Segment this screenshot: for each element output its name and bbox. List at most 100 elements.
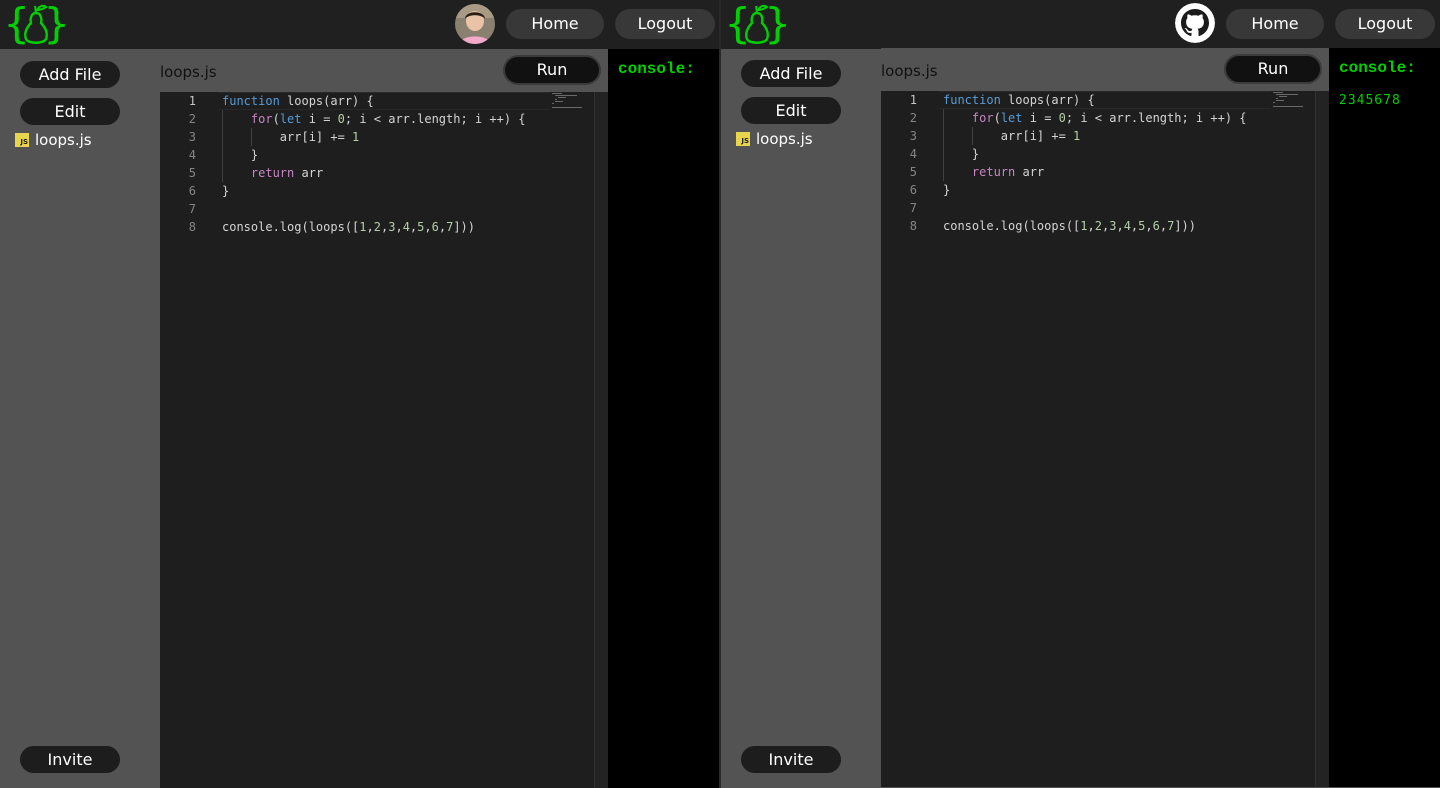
right-window: { } Home Logout Add File Edit JS loops.j… — [721, 0, 1440, 788]
line-number: 1 — [188, 94, 196, 108]
code-token: for — [971, 111, 994, 125]
pear-braces-logo[interactable]: { } — [725, 1, 789, 47]
edit-button[interactable]: Edit — [741, 97, 841, 124]
editor-header: loops.js Run — [881, 48, 1329, 91]
minimap[interactable] — [1269, 91, 1315, 109]
code-token: ])) — [453, 220, 476, 234]
code-token: 6 — [1152, 219, 1160, 233]
top-navbar: { } Home Logout — [721, 0, 1440, 49]
code-token: arr[i] += — [222, 130, 353, 144]
github-icon[interactable] — [1175, 3, 1215, 43]
code-line: console.log(loops([1,2,3,4,5,6,7])) — [222, 218, 475, 236]
console-title: console: — [1339, 59, 1416, 77]
javascript-file-icon: JS — [15, 133, 29, 147]
invite-button[interactable]: Invite — [741, 746, 841, 773]
code-token: 4 — [1123, 219, 1131, 233]
editor-header: loops.js Run — [160, 49, 608, 92]
editor-scrollbar[interactable] — [594, 92, 608, 788]
code-line: for(let i = 0; i < arr.length; i ++) { — [943, 109, 1247, 127]
left-window: { } Home Logout Add File Edit JS loops.j… — [0, 0, 719, 788]
line-number: 1 — [909, 93, 917, 107]
line-number: 2 — [188, 112, 196, 126]
line-number: 3 — [909, 129, 917, 143]
code-line: } — [222, 182, 229, 200]
code-token: , — [1087, 219, 1095, 233]
svg-text:}: } — [765, 1, 789, 47]
logout-button[interactable]: Logout — [615, 9, 715, 39]
code-token: loops(arr) { — [1000, 93, 1095, 107]
code-token: function — [222, 94, 280, 108]
code-token: return — [250, 166, 295, 180]
run-button[interactable]: Run — [1224, 54, 1322, 84]
code-token: console.log(loops([ — [222, 220, 360, 234]
home-button[interactable]: Home — [506, 9, 604, 39]
code-token: , — [366, 220, 374, 234]
editor-scrollbar[interactable] — [1315, 91, 1329, 787]
code-line: function loops(arr) { — [222, 92, 374, 110]
code-token: , — [424, 220, 432, 234]
code-token: 1 — [359, 220, 367, 234]
code-line: console.log(loops([1,2,3,4,5,6,7])) — [943, 217, 1196, 235]
code-token: ; i < arr.length; i ++) { — [1065, 111, 1247, 125]
line-number: 7 — [188, 202, 196, 216]
code-token: arr — [294, 166, 324, 180]
user-avatar[interactable] — [455, 4, 495, 44]
file-item-loops-js[interactable]: JS loops.js — [736, 129, 813, 149]
javascript-file-icon: JS — [736, 132, 750, 146]
line-number: 7 — [909, 201, 917, 215]
top-navbar: { } Home Logout — [0, 0, 719, 49]
code-line: } — [222, 146, 258, 164]
file-name: loops.js — [756, 130, 813, 148]
code-token: ; i < arr.length; i ++) { — [344, 112, 526, 126]
line-number: 2 — [909, 111, 917, 125]
code-token: for — [250, 112, 273, 126]
pear-braces-logo[interactable]: { } — [4, 1, 68, 47]
file-item-loops-js[interactable]: JS loops.js — [15, 130, 92, 150]
code-token: , — [1159, 219, 1168, 233]
code-token: console.log(loops([ — [943, 219, 1081, 233]
code-token: } — [222, 148, 259, 162]
code-line: for(let i = 0; i < arr.length; i ++) { — [222, 110, 526, 128]
code-token: let — [279, 112, 302, 126]
invite-button[interactable]: Invite — [20, 746, 120, 773]
code-token: i = — [1022, 111, 1059, 125]
home-button[interactable]: Home — [1226, 9, 1324, 39]
add-file-button[interactable]: Add File — [741, 60, 841, 87]
code-editor[interactable]: 12345678 function loops(arr) { for(let i… — [160, 92, 608, 788]
line-number: 8 — [188, 220, 196, 234]
svg-text:}: } — [44, 1, 68, 47]
code-token: } — [943, 147, 980, 161]
line-number: 5 — [188, 166, 196, 180]
console-title: console: — [618, 60, 695, 78]
run-button[interactable]: Run — [503, 55, 601, 85]
file-sidebar: Add File Edit JS loops.js Invite — [0, 49, 160, 788]
code-token: 1 — [1073, 129, 1081, 143]
line-number: 3 — [188, 130, 196, 144]
edit-button[interactable]: Edit — [20, 98, 120, 125]
code-token: loops(arr) { — [279, 94, 374, 108]
add-file-button[interactable]: Add File — [20, 61, 120, 88]
code-token: ])) — [1174, 219, 1197, 233]
code-token: 2 — [1094, 219, 1102, 233]
code-token: 1 — [1080, 219, 1088, 233]
code-line: return arr — [222, 164, 323, 182]
code-token: 0 — [337, 112, 345, 126]
file-name: loops.js — [35, 131, 92, 149]
line-number: 5 — [909, 165, 917, 179]
code-token: 1 — [352, 130, 360, 144]
code-line: arr[i] += 1 — [943, 127, 1080, 145]
code-token: , — [1145, 219, 1153, 233]
line-number: 6 — [909, 183, 917, 197]
editor-filename: loops.js — [160, 63, 217, 81]
code-editor[interactable]: 12345678 function loops(arr) { for(let i… — [881, 91, 1329, 787]
code-line: } — [943, 145, 979, 163]
logout-button[interactable]: Logout — [1335, 9, 1435, 39]
minimap[interactable] — [548, 92, 594, 110]
code-token: return — [971, 165, 1016, 179]
line-number: 4 — [188, 148, 196, 162]
code-line: return arr — [943, 163, 1044, 181]
code-token: arr[i] += — [943, 129, 1074, 143]
